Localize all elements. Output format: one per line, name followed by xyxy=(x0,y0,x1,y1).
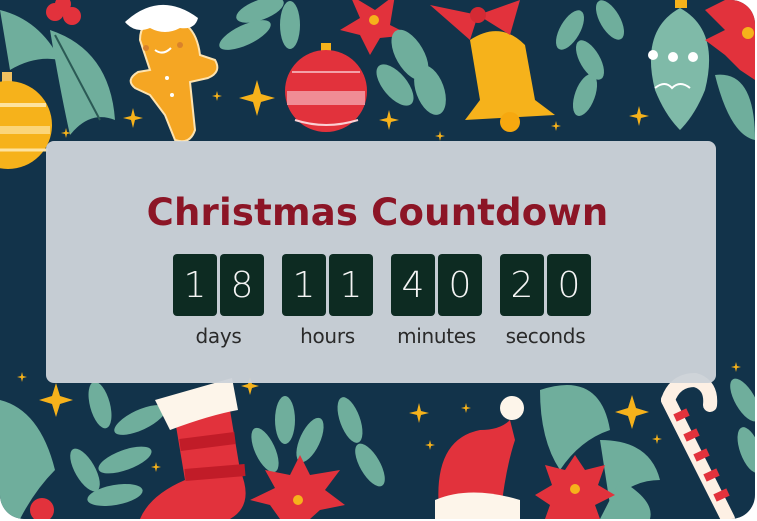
star-icon xyxy=(39,383,73,417)
countdown-card: Christmas Countdown 1 8 days 1 1 hours 4… xyxy=(0,0,755,519)
digit-box: 0 xyxy=(547,254,591,316)
digit-box: 1 xyxy=(329,254,373,316)
digit-group: 4 0 xyxy=(391,254,482,316)
leaf-branch-icon xyxy=(70,381,166,506)
digit-group: 2 0 xyxy=(500,254,591,316)
digit-group: 1 8 xyxy=(173,254,264,316)
star-icon xyxy=(435,131,445,141)
leaf-branch-icon xyxy=(376,29,446,115)
star-icon xyxy=(615,395,649,429)
star-icon xyxy=(151,462,161,472)
leaf-branch-icon xyxy=(219,0,300,50)
poinsettia-icon xyxy=(535,455,615,519)
bell-icon xyxy=(430,0,555,132)
digit-box: 8 xyxy=(220,254,264,316)
star-icon xyxy=(409,403,429,423)
page-title: Christmas Countdown xyxy=(146,191,609,234)
gingerbread-man-icon xyxy=(125,4,219,143)
digit-box: 1 xyxy=(173,254,217,316)
countdown-minutes: 4 0 minutes xyxy=(391,254,482,348)
digit-group: 1 1 xyxy=(282,254,373,316)
poinsettia-icon xyxy=(705,0,755,140)
red-ornament-icon xyxy=(285,43,367,132)
holly-leaves-icon xyxy=(0,400,55,519)
unit-label: seconds xyxy=(505,324,586,348)
digit-box: 0 xyxy=(438,254,482,316)
star-icon xyxy=(652,434,662,444)
star-icon xyxy=(731,362,741,372)
countdown-days: 1 8 days xyxy=(173,254,264,348)
leaf-branch-icon xyxy=(730,378,755,473)
star-icon xyxy=(17,372,27,382)
teal-ornament-icon xyxy=(648,0,710,130)
digit-box: 1 xyxy=(282,254,326,316)
star-icon xyxy=(425,440,435,450)
star-icon xyxy=(551,121,561,131)
star-icon xyxy=(379,110,399,130)
star-icon xyxy=(629,106,649,126)
countdown-seconds: 2 0 seconds xyxy=(500,254,591,348)
countdown-hours: 1 1 hours xyxy=(282,254,373,348)
leaf-branch-icon xyxy=(556,0,624,116)
unit-label: days xyxy=(195,324,242,348)
star-icon xyxy=(239,80,275,116)
stocking-icon xyxy=(140,378,246,519)
santa-hat-icon xyxy=(435,396,524,519)
star-icon xyxy=(461,403,471,413)
countdown-timer: 1 8 days 1 1 hours 4 0 minutes 2 0 secon… xyxy=(173,254,591,348)
unit-label: hours xyxy=(300,324,355,348)
digit-box: 2 xyxy=(500,254,544,316)
star-icon xyxy=(123,108,143,128)
digit-box: 4 xyxy=(391,254,435,316)
star-icon xyxy=(212,91,222,101)
gold-ornament-icon xyxy=(0,72,52,169)
candy-cane-icon xyxy=(661,372,735,519)
unit-label: minutes xyxy=(397,324,476,348)
